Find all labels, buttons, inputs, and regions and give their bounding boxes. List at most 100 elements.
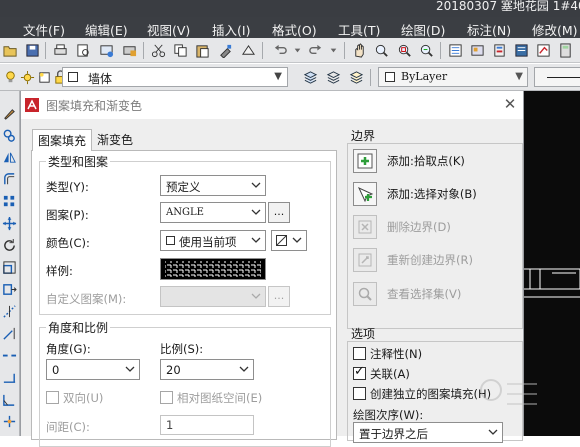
linetype-dropdown[interactable] bbox=[534, 67, 580, 87]
layer-previous-icon[interactable] bbox=[348, 69, 365, 86]
relative-paper-label: 相对图纸空间(E) bbox=[177, 391, 263, 405]
offset-icon[interactable] bbox=[1, 171, 18, 188]
calculator-icon[interactable] bbox=[557, 42, 574, 59]
pattern-swatch-preview[interactable] bbox=[160, 258, 266, 280]
associative-label: 关联(A) bbox=[370, 367, 410, 381]
menu-edit[interactable]: 编辑(E) bbox=[85, 20, 128, 39]
scale-dropdown[interactable]: 20 bbox=[160, 359, 254, 380]
scale-icon[interactable] bbox=[1, 259, 18, 276]
add-pick-points-button[interactable]: 添加:拾取点(K) bbox=[351, 147, 515, 175]
layer-manager-icon[interactable] bbox=[302, 69, 319, 86]
save-icon[interactable] bbox=[24, 42, 41, 59]
zoom-window-icon[interactable] bbox=[396, 42, 413, 59]
light-bulb-icon[interactable] bbox=[2, 69, 19, 86]
open-icon[interactable] bbox=[2, 42, 19, 59]
zoom-realtime-icon[interactable] bbox=[373, 42, 390, 59]
draw-order-dropdown[interactable]: 置于边界之后 bbox=[353, 422, 503, 443]
color-swatch bbox=[166, 236, 175, 245]
remove-boundaries-button[interactable]: 删除边界(D) bbox=[351, 213, 515, 241]
move-icon[interactable] bbox=[1, 215, 18, 232]
custom-pattern-dropdown[interactable] bbox=[160, 286, 266, 307]
menu-modify[interactable]: 修改(M) bbox=[532, 20, 578, 39]
add-select-objects-button[interactable]: 添加:选择对象(B) bbox=[351, 180, 515, 208]
associative-checkbox[interactable] bbox=[353, 364, 366, 380]
double-checkbox[interactable] bbox=[46, 391, 59, 404]
paste-icon[interactable] bbox=[194, 42, 211, 59]
markup-icon[interactable] bbox=[535, 42, 552, 59]
pattern-label: 图案(P): bbox=[46, 208, 89, 222]
spacing-value: 1 bbox=[166, 418, 174, 432]
relative-paper-checkbox[interactable] bbox=[160, 391, 173, 404]
extend-icon[interactable] bbox=[1, 325, 18, 342]
hatch-color-dropdown[interactable]: 使用当前项 bbox=[160, 230, 266, 251]
type-dropdown[interactable]: 预定义 bbox=[160, 175, 266, 196]
chevron-down-icon: ▼ bbox=[274, 71, 282, 82]
tab-gradient[interactable]: 渐变色 bbox=[92, 129, 139, 151]
rotate-icon[interactable] bbox=[1, 237, 18, 254]
menu-dimension[interactable]: 标注(N) bbox=[467, 20, 511, 39]
tool-palettes-icon[interactable] bbox=[491, 42, 508, 59]
chamfer-icon[interactable] bbox=[1, 391, 18, 408]
standard-toolbar bbox=[0, 38, 580, 63]
properties-icon[interactable] bbox=[447, 42, 464, 59]
redo-icon[interactable] bbox=[307, 42, 324, 59]
close-icon[interactable]: ✕ bbox=[501, 95, 519, 113]
pattern-browse-button[interactable]: ... bbox=[268, 202, 290, 223]
chevron-down-icon bbox=[251, 237, 261, 243]
layer-state-icon[interactable] bbox=[325, 69, 342, 86]
sheet-set-icon[interactable] bbox=[513, 42, 530, 59]
explode-icon[interactable] bbox=[1, 413, 18, 430]
background-color-dropdown[interactable] bbox=[271, 230, 307, 251]
viewport-icon[interactable] bbox=[36, 69, 53, 86]
color-dropdown[interactable]: ByLayer ▼ bbox=[378, 67, 528, 87]
redo-dropdown-icon[interactable] bbox=[325, 42, 342, 59]
publish-icon[interactable] bbox=[98, 42, 115, 59]
circles-icon[interactable] bbox=[1, 127, 18, 144]
angle-dropdown[interactable]: 0 bbox=[46, 359, 140, 380]
stretch-icon[interactable] bbox=[1, 281, 18, 298]
plot-preview-icon[interactable] bbox=[75, 42, 92, 59]
toolbar-separator bbox=[45, 42, 46, 59]
watermark-icon bbox=[480, 379, 537, 405]
array-icon[interactable] bbox=[1, 193, 18, 210]
menu-format[interactable]: 格式(O) bbox=[272, 20, 317, 39]
pattern-dropdown[interactable]: ANGLE bbox=[160, 202, 266, 223]
menu-view[interactable]: 视图(V) bbox=[147, 20, 190, 39]
pan-icon[interactable] bbox=[351, 42, 368, 59]
spacing-input[interactable]: 1 bbox=[160, 415, 254, 435]
type-value: 预定义 bbox=[166, 180, 201, 194]
join-icon[interactable] bbox=[1, 369, 18, 386]
separate-hatches-checkbox[interactable] bbox=[353, 387, 366, 400]
undo-icon[interactable] bbox=[272, 42, 289, 59]
brush-icon[interactable] bbox=[1, 105, 18, 122]
chevron-down-icon bbox=[125, 366, 135, 372]
layer-color-swatch bbox=[68, 72, 78, 82]
hatch-tab-panel: 类型和图案 类型(Y): 预定义 图案(P): ANGLE ... 颜色(C):… bbox=[31, 150, 337, 447]
menu-tools[interactable]: 工具(T) bbox=[338, 20, 380, 39]
sun-icon[interactable] bbox=[19, 69, 36, 86]
design-center-icon[interactable] bbox=[469, 42, 486, 59]
trim-icon[interactable] bbox=[1, 303, 18, 320]
cut-icon[interactable] bbox=[150, 42, 167, 59]
block-editor-icon[interactable] bbox=[240, 42, 257, 59]
toolbar-separator bbox=[370, 69, 371, 86]
layer-dropdown[interactable]: 墙体 ▼ bbox=[62, 67, 288, 87]
annotative-checkbox[interactable] bbox=[353, 347, 366, 360]
menu-insert[interactable]: 插入(I) bbox=[212, 20, 250, 39]
custom-pattern-browse-button[interactable]: ... bbox=[268, 286, 290, 307]
recreate-boundary-button[interactable]: 重新创建边界(R) bbox=[351, 246, 515, 274]
chevron-down-icon bbox=[251, 182, 261, 188]
view-selections-button[interactable]: 查看选择集(V) bbox=[351, 280, 515, 308]
copy-icon[interactable] bbox=[172, 42, 189, 59]
3d-print-icon[interactable] bbox=[121, 42, 138, 59]
zoom-previous-icon[interactable] bbox=[418, 42, 435, 59]
tab-hatch[interactable]: 图案填充 bbox=[32, 129, 93, 151]
menu-file[interactable]: 文件(F) bbox=[23, 20, 65, 39]
undo-dropdown-icon[interactable] bbox=[289, 42, 306, 59]
mirror-icon[interactable] bbox=[1, 149, 18, 166]
match-properties-icon[interactable] bbox=[217, 42, 234, 59]
angle-label: 角度(G): bbox=[46, 342, 91, 356]
break-icon[interactable] bbox=[1, 347, 18, 364]
print-icon[interactable] bbox=[52, 42, 69, 59]
menu-draw[interactable]: 绘图(D) bbox=[401, 20, 445, 39]
